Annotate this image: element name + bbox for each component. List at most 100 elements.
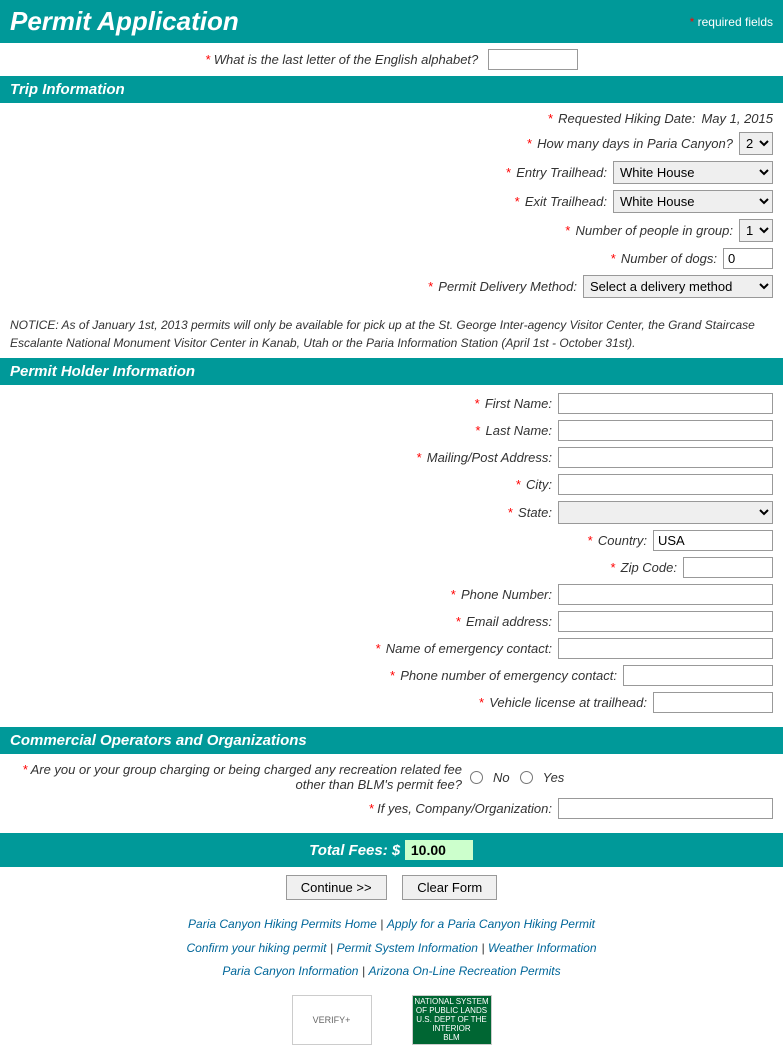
- fee-no-label: No: [493, 770, 510, 785]
- page-title: Permit Application: [10, 6, 239, 37]
- dogs-label: * Number of dogs:: [457, 251, 717, 266]
- captcha-label: What is the last letter of the English a…: [214, 52, 479, 67]
- fee-question-label-block: * Are you or your group charging or bein…: [10, 762, 470, 792]
- delivery-star: *: [428, 279, 433, 294]
- buttons-row: Continue >> Clear Form: [0, 867, 783, 908]
- emergency-name-row: * Name of emergency contact:: [10, 638, 773, 659]
- footer-link-permit-info[interactable]: Permit System Information: [337, 941, 478, 955]
- days-select[interactable]: 2 1 3 4 5: [739, 132, 773, 155]
- dogs-row: * Number of dogs:: [10, 248, 773, 269]
- total-fees-row: Total Fees: $: [0, 833, 783, 867]
- footer-logos: VERIFY+ NATIONAL SYSTEM OF PUBLIC LANDSU…: [0, 987, 783, 1053]
- required-star: *: [690, 15, 695, 29]
- address-label: * Mailing/Post Address:: [272, 450, 552, 465]
- entry-trailhead-select[interactable]: White House Lee Ferry Other: [613, 161, 773, 184]
- footer-link-apply[interactable]: Apply for a Paria Canyon Hiking Permit: [387, 917, 595, 931]
- fee-radio-group: No Yes: [470, 770, 564, 785]
- group-size-row: * Number of people in group: 1 2 3 4 5 6…: [10, 219, 773, 242]
- captcha-input[interactable]: [488, 49, 578, 70]
- commercial-section-title: Commercial Operators and Organizations: [10, 732, 307, 749]
- delivery-method-row: * Permit Delivery Method: Select a deliv…: [10, 275, 773, 298]
- entry-trailhead-label: * Entry Trailhead:: [347, 165, 607, 180]
- commercial-form-section: * Are you or your group charging or bein…: [0, 754, 783, 833]
- commercial-section-header: Commercial Operators and Organizations: [0, 727, 783, 754]
- total-fees-label: Total Fees: $: [309, 842, 400, 859]
- trip-section-title: Trip Information: [10, 81, 125, 98]
- email-row: * Email address:: [10, 611, 773, 632]
- first-name-label: * First Name:: [272, 396, 552, 411]
- total-fees-input[interactable]: [404, 839, 474, 861]
- hiking-date-row: * Requested Hiking Date: May 1, 2015: [10, 111, 773, 126]
- footer-link-home[interactable]: Paria Canyon Hiking Permits Home: [188, 917, 377, 931]
- group-size-label: * Number of people in group:: [473, 223, 733, 238]
- hiking-date-star: *: [547, 111, 552, 126]
- page-wrapper: Permit Application * required fields * W…: [0, 0, 783, 1053]
- footer-link-weather[interactable]: Weather Information: [488, 941, 597, 955]
- hiking-date-value: May 1, 2015: [701, 111, 773, 126]
- state-row: * State: ALAKAZAR CACOCTDE FLGAHIID ILIN…: [10, 501, 773, 524]
- fee-yes-radio[interactable]: [520, 771, 533, 784]
- footer-link-canyon-info[interactable]: Paria Canyon Information: [222, 964, 358, 978]
- city-input[interactable]: [558, 474, 773, 495]
- exit-trailhead-label: * Exit Trailhead:: [347, 194, 607, 209]
- state-label: * State:: [272, 505, 552, 520]
- notice-text: NOTICE: As of January 1st, 2013 permits …: [0, 312, 783, 358]
- exit-trailhead-star: *: [514, 194, 519, 209]
- group-size-select[interactable]: 1 2 3 4 5 6 7 8: [739, 219, 773, 242]
- delivery-method-select[interactable]: Select a delivery method Pick Up at Visi…: [583, 275, 773, 298]
- emergency-phone-input[interactable]: [623, 665, 773, 686]
- address-input[interactable]: [558, 447, 773, 468]
- exit-trailhead-select[interactable]: White House Lee Ferry Other: [613, 190, 773, 213]
- days-row: * How many days in Paria Canyon? 2 1 3 4…: [10, 132, 773, 155]
- emergency-phone-label: * Phone number of emergency contact:: [337, 668, 617, 683]
- captcha-required-star: *: [205, 52, 210, 67]
- continue-button[interactable]: Continue >>: [286, 875, 387, 900]
- fee-question-row: * Are you or your group charging or bein…: [10, 762, 773, 792]
- first-name-input[interactable]: [558, 393, 773, 414]
- dogs-input[interactable]: [723, 248, 773, 269]
- city-row: * City:: [10, 474, 773, 495]
- required-note: * required fields: [690, 15, 773, 29]
- entry-trailhead-row: * Entry Trailhead: White House Lee Ferry…: [10, 161, 773, 184]
- trip-form-section: * Requested Hiking Date: May 1, 2015 * H…: [0, 103, 783, 312]
- zip-label: * Zip Code:: [397, 560, 677, 575]
- holder-section-header: Permit Holder Information: [0, 358, 783, 385]
- vehicle-input[interactable]: [653, 692, 773, 713]
- delivery-method-label: * Permit Delivery Method:: [317, 279, 577, 294]
- footer-link-arizona[interactable]: Arizona On-Line Recreation Permits: [369, 964, 561, 978]
- company-input[interactable]: [558, 798, 773, 819]
- verify-logo: VERIFY+: [292, 995, 372, 1045]
- footer-link-confirm[interactable]: Confirm your hiking permit: [186, 941, 326, 955]
- phone-row: * Phone Number:: [10, 584, 773, 605]
- company-label: * If yes, Company/Organization:: [92, 801, 552, 816]
- state-select[interactable]: ALAKAZAR CACOCTDE FLGAHIID ILINIAKS KYLA…: [558, 501, 773, 524]
- zip-row: * Zip Code:: [10, 557, 773, 578]
- dogs-star: *: [610, 251, 615, 266]
- emergency-name-input[interactable]: [558, 638, 773, 659]
- company-row: * If yes, Company/Organization:: [10, 798, 773, 819]
- footer-links: Paria Canyon Hiking Permits Home | Apply…: [0, 908, 783, 987]
- phone-input[interactable]: [558, 584, 773, 605]
- group-size-star: *: [565, 223, 570, 238]
- city-label: * City:: [272, 477, 552, 492]
- blm-logo: NATIONAL SYSTEM OF PUBLIC LANDSU.S. DEPT…: [412, 995, 492, 1045]
- last-name-label: * Last Name:: [272, 423, 552, 438]
- last-name-input[interactable]: [558, 420, 773, 441]
- emergency-name-label: * Name of emergency contact:: [272, 641, 552, 656]
- exit-trailhead-row: * Exit Trailhead: White House Lee Ferry …: [10, 190, 773, 213]
- trip-section-header: Trip Information: [0, 76, 783, 103]
- zip-input[interactable]: [683, 557, 773, 578]
- email-input[interactable]: [558, 611, 773, 632]
- vehicle-row: * Vehicle license at trailhead:: [10, 692, 773, 713]
- country-input[interactable]: [653, 530, 773, 551]
- country-label: * Country:: [367, 533, 647, 548]
- holder-form-section: * First Name: * Last Name: * Mailing/Pos…: [0, 385, 783, 727]
- fee-yes-label: Yes: [543, 770, 565, 785]
- clear-form-button[interactable]: Clear Form: [402, 875, 497, 900]
- last-name-row: * Last Name:: [10, 420, 773, 441]
- address-row: * Mailing/Post Address:: [10, 447, 773, 468]
- fee-no-radio[interactable]: [470, 771, 483, 784]
- holder-section-title: Permit Holder Information: [10, 363, 195, 380]
- days-label: * How many days in Paria Canyon?: [473, 136, 733, 151]
- country-row: * Country:: [10, 530, 773, 551]
